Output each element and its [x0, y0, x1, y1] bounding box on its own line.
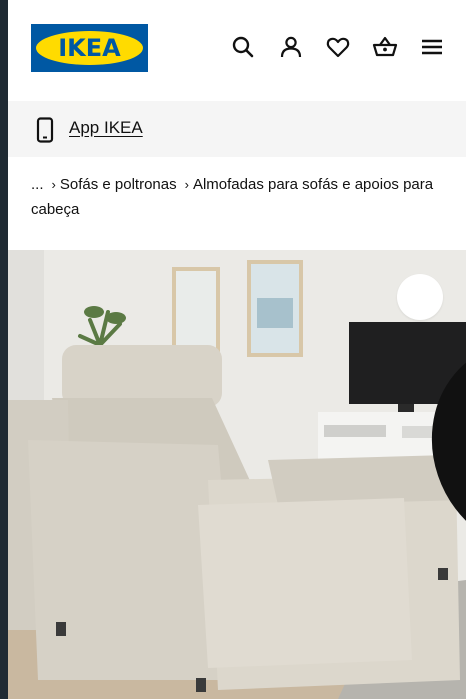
search-icon[interactable] — [230, 34, 256, 60]
header: IKEA — [8, 0, 466, 100]
phone-icon — [36, 117, 54, 143]
product-image[interactable] — [8, 250, 466, 699]
breadcrumb-item-sofas[interactable]: Sofás e poltronas — [60, 176, 177, 193]
page: IKEA App IKEA ... › Sofás e poltronas › Almo… — [8, 0, 466, 699]
breadcrumb: ... › Sofás e poltronas › Almofadas para sof… — [31, 172, 451, 222]
chevron-right-icon: › — [51, 177, 56, 192]
app-banner[interactable]: App IKEA — [8, 101, 466, 157]
breadcrumb-ellipsis[interactable]: ... — [31, 176, 44, 193]
ikea-logo[interactable]: IKEA — [31, 24, 148, 72]
menu-icon[interactable] — [419, 34, 445, 60]
heart-icon[interactable] — [325, 34, 351, 60]
app-ikea-link[interactable]: App IKEA — [69, 118, 143, 138]
add-to-favorites-button[interactable] — [397, 274, 466, 521]
basket-icon[interactable] — [372, 34, 398, 60]
logo-text: IKEA — [58, 34, 121, 62]
chevron-right-icon: › — [184, 177, 189, 192]
user-icon[interactable] — [278, 34, 304, 60]
